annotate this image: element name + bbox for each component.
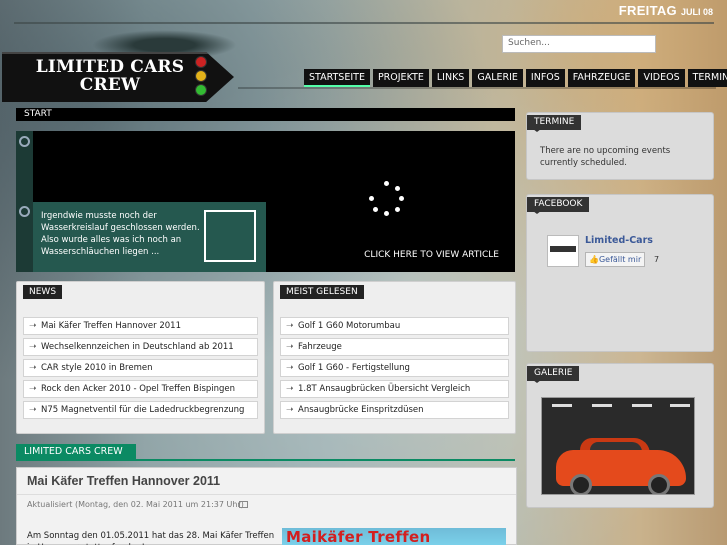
list-item[interactable]: ➝ Golf 1 G60 - Fertigstellung [280, 359, 509, 377]
arrow-right-icon: ➝ [29, 342, 37, 352]
date-month: JULI 08 [680, 7, 713, 17]
list-item[interactable]: ➝ CAR style 2010 in Bremen [23, 359, 258, 377]
list-item[interactable]: ➝ Mai Käfer Treffen Hannover 2011 [23, 317, 258, 335]
section-label: LIMITED CARS CREW [16, 444, 136, 460]
nav-item-termine[interactable]: TERMINE [687, 69, 727, 87]
article-title[interactable]: Mai Käfer Treffen Hannover 2011 [27, 474, 220, 488]
logo-line1: LIMITED CARS [35, 57, 185, 77]
arrow-right-icon: ➝ [286, 384, 294, 394]
slide-thumbnail[interactable] [204, 210, 256, 262]
nav-item-links[interactable]: LINKS [431, 69, 470, 87]
termine-box: TERMINE There are no upcoming events cur… [526, 112, 714, 180]
nav-item-startseite[interactable]: STARTSEITE [304, 69, 370, 87]
facebook-like-count: 7 [654, 255, 660, 264]
list-item[interactable]: ➝ Wechselkennzeichen in Deutschland ab 20… [23, 338, 258, 356]
loading-spinner-icon [369, 181, 405, 217]
nav-item-projekte[interactable]: PROJEKTE [372, 69, 429, 87]
list-item[interactable]: ➝ 1.8T Ansaugbrücken Übersicht Vergleich [280, 380, 509, 398]
thumbs-up-icon: 👍 [589, 255, 599, 264]
slide-dot-1[interactable] [19, 136, 30, 147]
date-day: FREITAG [618, 3, 677, 18]
slide-caption-text: Irgendwie musste noch der Wasserkreislau… [41, 211, 200, 257]
view-article-link[interactable]: CLICK HERE TO VIEW ARTICLE [364, 250, 499, 260]
list-item[interactable]: ➝ Rock den Acker 2010 - Opel Treffen Bisp… [23, 380, 258, 398]
logo-line2: CREW [79, 75, 141, 95]
slide-dot-2[interactable] [19, 206, 30, 217]
start-bar: START [16, 108, 515, 121]
section-divider [16, 459, 515, 461]
popular-list: ➝ Golf 1 G60 Motorumbau ➝ Fahrzeuge ➝ Golf … [280, 317, 509, 422]
facebook-like-button[interactable]: 👍Gefällt mir [585, 252, 646, 267]
slideshow[interactable]: Irgendwie musste noch der Wasserkreislau… [16, 131, 515, 272]
termine-text: There are no upcoming events currently s… [540, 146, 671, 168]
article-meta: Aktualisiert (Montag, den 02. Mai 2011 u… [27, 500, 244, 509]
termine-title: TERMINE [527, 115, 582, 132]
facebook-box: FACEBOOK Limited-Cars 👍Gefällt mir 7 [526, 194, 714, 352]
popular-title: MEIST GELESEN [280, 285, 364, 299]
nav-item-infos[interactable]: INFOS [525, 69, 565, 87]
facebook-title: FACEBOOK [527, 197, 590, 214]
search-input[interactable]: Suchen... [502, 35, 656, 53]
traffic-light-icon [194, 55, 208, 99]
article-divider [17, 494, 516, 495]
news-list: ➝ Mai Käfer Treffen Hannover 2011 ➝ Wechse… [23, 317, 258, 422]
article-body: Am Sonntag den 01.05.2011 hat das 28. Ma… [27, 531, 275, 545]
nav-divider [238, 87, 716, 89]
current-date: FREITAG JULI 08 [619, 3, 713, 18]
arrow-right-icon: ➝ [286, 321, 294, 331]
article-image[interactable]: Maikäfer Treffen [282, 528, 506, 545]
top-bar: FREITAG JULI 08 [0, 0, 727, 26]
news-box: NEWS ➝ Mai Käfer Treffen Hannover 2011 ➝ W… [16, 281, 265, 434]
facebook-page-avatar[interactable] [547, 235, 579, 267]
site-logo[interactable]: LIMITED CARS CREW [2, 30, 240, 105]
arrow-right-icon: ➝ [286, 342, 294, 352]
article-card: Mai Käfer Treffen Hannover 2011 Aktualis… [16, 467, 517, 545]
email-icon[interactable] [239, 501, 248, 508]
nav-item-galerie[interactable]: GALERIE [472, 69, 523, 87]
list-item[interactable]: ➝ Golf 1 G60 Motorumbau [280, 317, 509, 335]
arrow-right-icon: ➝ [286, 363, 294, 373]
list-item[interactable]: ➝ Fahrzeuge [280, 338, 509, 356]
nav-item-videos[interactable]: VIDEOS [638, 69, 685, 87]
slide-caption[interactable]: Irgendwie musste noch der Wasserkreislau… [33, 202, 266, 272]
list-item[interactable]: ➝ Ansaugbrücke Einspritzdüsen [280, 401, 509, 419]
logo-text: LIMITED CARS CREW [30, 58, 190, 94]
galerie-title: GALERIE [527, 366, 580, 383]
article-image-text: Maikäfer Treffen [286, 528, 431, 545]
arrow-right-icon: ➝ [29, 321, 37, 331]
arrow-right-icon: ➝ [29, 363, 37, 373]
facebook-page-name[interactable]: Limited-Cars [585, 235, 653, 246]
arrow-right-icon: ➝ [286, 405, 294, 415]
arrow-right-icon: ➝ [29, 384, 37, 394]
top-divider [14, 22, 714, 24]
gallery-image[interactable] [541, 397, 695, 495]
popular-box: MEIST GELESEN ➝ Golf 1 G60 Motorumbau ➝ Fa… [273, 281, 516, 434]
galerie-box: GALERIE [526, 363, 714, 508]
arrow-right-icon: ➝ [29, 405, 37, 415]
main-nav: STARTSEITE PROJEKTE LINKS GALERIE INFOS … [304, 69, 727, 87]
nav-item-fahrzeuge[interactable]: FAHRZEUGE [567, 69, 636, 87]
slide-nav-strip [16, 131, 33, 272]
news-title: NEWS [23, 285, 63, 299]
list-item[interactable]: ➝ N75 Magnetventil für die Ladedruckbegre… [23, 401, 258, 419]
